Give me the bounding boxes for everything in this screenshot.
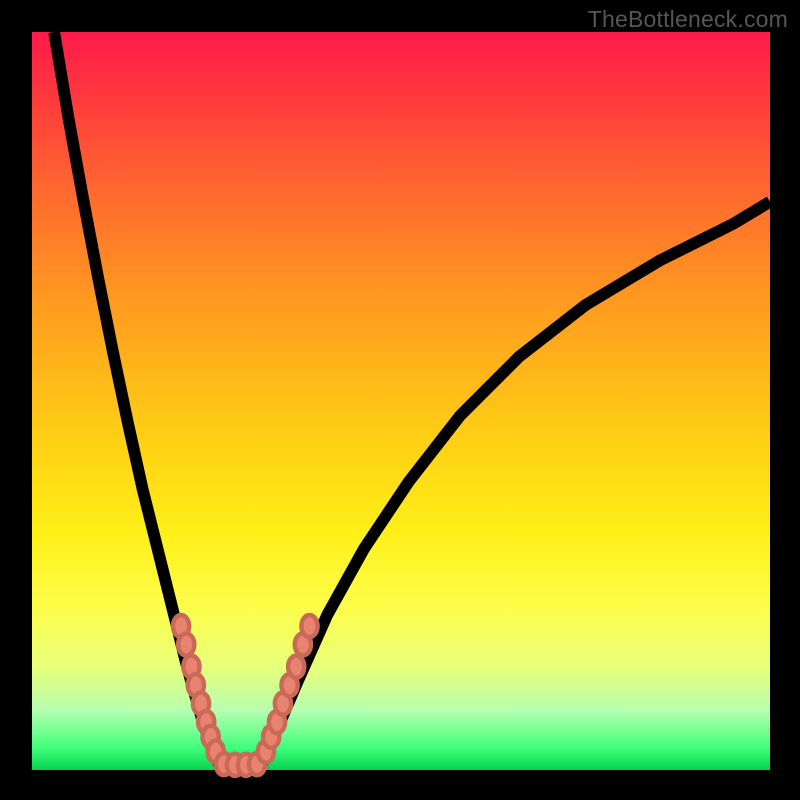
data-bead [288, 656, 304, 678]
bottleneck-curve [32, 32, 770, 770]
attribution-label: TheBottleneck.com [588, 6, 788, 33]
right-curve-path [261, 202, 770, 767]
plot-area [32, 32, 770, 770]
data-bead [178, 633, 194, 655]
data-bead [301, 615, 317, 637]
chart-frame: TheBottleneck.com [0, 0, 800, 800]
bead-group [173, 615, 318, 776]
